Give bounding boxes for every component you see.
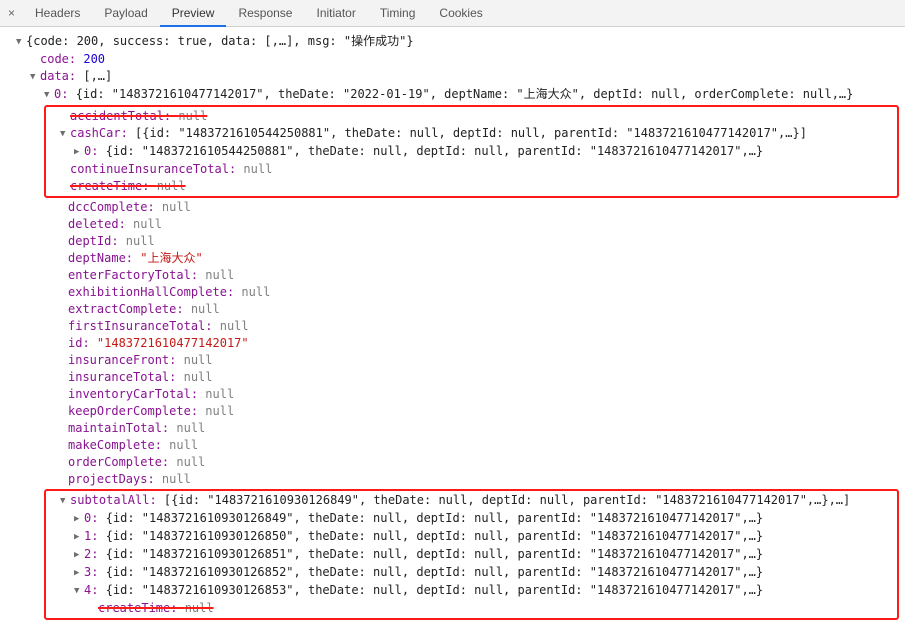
prop-deptId[interactable]: deptId: null [6,233,905,250]
tree-root[interactable]: {code: 200, success: true, data: [,…], m… [6,33,905,51]
tab-timing[interactable]: Timing [368,0,428,27]
prop-createTime[interactable]: createTime: null [46,178,897,195]
json-tree: {code: 200, success: true, data: [,…], m… [0,27,905,627]
prop-projectDays[interactable]: projectDays: null [6,471,905,488]
subtotalAll-item-4[interactable]: 4: {id: "1483721610930126853", theDate: … [46,582,897,600]
prop-inventoryCarTotal[interactable]: inventoryCarTotal: null [6,386,905,403]
prop-createTime-sub4[interactable]: createTime: null [46,600,897,617]
subtotalAll-item-1[interactable]: 1: {id: "1483721610930126850", theDate: … [46,528,897,546]
chevron-down-icon[interactable] [30,69,40,86]
chevron-down-icon[interactable] [16,34,26,51]
chevron-down-icon[interactable] [74,583,84,600]
prop-subtotalAll[interactable]: subtotalAll: [{id: "1483721610930126849"… [46,492,897,510]
prop-maintainTotal[interactable]: maintainTotal: null [6,420,905,437]
prop-continueInsuranceTotal[interactable]: continueInsuranceTotal: null [46,161,897,178]
tab-headers[interactable]: Headers [23,0,92,27]
data-item-0[interactable]: 0: {id: "1483721610477142017", theDate: … [6,86,905,104]
prop-enterFactoryTotal[interactable]: enterFactoryTotal: null [6,267,905,284]
prop-insuranceFront[interactable]: insuranceFront: null [6,352,905,369]
chevron-right-icon[interactable] [74,529,84,546]
chevron-right-icon[interactable] [74,547,84,564]
chevron-right-icon[interactable] [74,144,84,161]
chevron-down-icon[interactable] [60,126,70,143]
cashCar-item-0[interactable]: 0: {id: "1483721610544250881", theDate: … [46,143,897,161]
subtotalAll-item-3[interactable]: 3: {id: "1483721610930126852", theDate: … [46,564,897,582]
chevron-right-icon[interactable] [74,565,84,582]
prop-insuranceTotal[interactable]: insuranceTotal: null [6,369,905,386]
subtotalAll-item-0[interactable]: 0: {id: "1483721610930126849", theDate: … [46,510,897,528]
tab-initiator[interactable]: Initiator [304,0,367,27]
highlight-box-1: accidentTotal: null cashCar: [{id: "1483… [44,105,899,198]
prop-id[interactable]: id: "1483721610477142017" [6,335,905,352]
tab-payload[interactable]: Payload [92,0,159,27]
tab-cookies[interactable]: Cookies [427,0,494,27]
prop-dccComplete[interactable]: dccComplete: null [6,199,905,216]
prop-extractComplete[interactable]: extractComplete: null [6,301,905,318]
prop-firstInsuranceTotal[interactable]: firstInsuranceTotal: null [6,318,905,335]
prop-makeComplete[interactable]: makeComplete: null [6,437,905,454]
close-icon[interactable]: × [4,6,23,20]
prop-deleted[interactable]: deleted: null [6,216,905,233]
prop-cashCar[interactable]: cashCar: [{id: "1483721610544250881", th… [46,125,897,143]
prop-exhibitionHallComplete[interactable]: exhibitionHallComplete: null [6,284,905,301]
prop-accidentTotal[interactable]: accidentTotal: null [46,108,897,125]
prop-data[interactable]: data: [,…] [6,68,905,86]
tab-response[interactable]: Response [226,0,304,27]
prop-keepOrderComplete[interactable]: keepOrderComplete: null [6,403,905,420]
chevron-right-icon[interactable] [74,511,84,528]
tab-preview[interactable]: Preview [160,0,227,27]
prop-deptName[interactable]: deptName: "上海大众" [6,250,905,267]
chevron-down-icon[interactable] [44,87,54,104]
chevron-down-icon[interactable] [60,493,70,510]
highlight-box-2: subtotalAll: [{id: "1483721610930126849"… [44,489,899,620]
subtotalAll-item-2[interactable]: 2: {id: "1483721610930126851", theDate: … [46,546,897,564]
prop-code[interactable]: code: 200 [6,51,905,68]
devtools-tabbar: × Headers Payload Preview Response Initi… [0,0,905,27]
prop-orderComplete[interactable]: orderComplete: null [6,454,905,471]
